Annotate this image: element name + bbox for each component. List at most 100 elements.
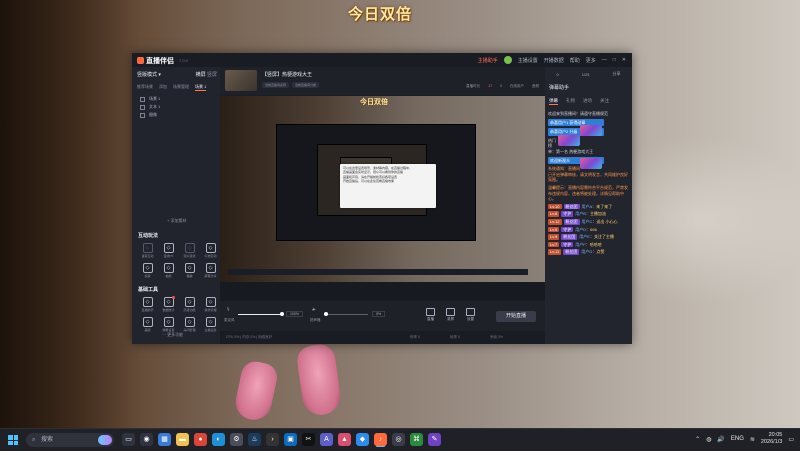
live-button[interactable]: 直播 bbox=[426, 308, 435, 322]
speaker-icon[interactable]: 🔈 bbox=[312, 307, 316, 311]
tool-button[interactable]: ◇ 投票 bbox=[138, 261, 157, 280]
mode-tab-portrait[interactable]: 竖屏 bbox=[207, 72, 217, 78]
tool-button[interactable]: ◇ 高级功能 bbox=[180, 295, 199, 314]
photo-icon[interactable]: ▲ bbox=[338, 433, 351, 446]
tab-scene-manage[interactable]: 场景管理 bbox=[173, 84, 189, 91]
volume-icon[interactable]: 🔊 bbox=[717, 436, 724, 443]
mic-percent[interactable]: 100% bbox=[286, 311, 303, 317]
minimize-icon[interactable]: — bbox=[602, 57, 607, 63]
room-name-tag[interactable]: 当前直播间名称 bbox=[262, 82, 290, 88]
username[interactable]: 用户A bbox=[582, 204, 593, 209]
live-companion-icon[interactable]: ♪ bbox=[374, 433, 387, 446]
tool-button[interactable]: ◇ 礼物互动 bbox=[201, 241, 220, 260]
note-icon[interactable]: ✎ bbox=[428, 433, 441, 446]
settings-icon[interactable]: ⚙ bbox=[230, 433, 243, 446]
chat-list[interactable]: 欢迎来到直播间！请遵守直播规范 恭喜用户1 获得勋章 恭喜用户2 升级 热门榜单：第一… bbox=[548, 111, 630, 257]
room-cover[interactable] bbox=[225, 70, 257, 91]
tool-button[interactable]: ◇ 美颜 bbox=[138, 315, 157, 334]
tool-button[interactable]: ◇ 连线PK bbox=[159, 241, 178, 260]
tool-button[interactable]: ◇ 数据统计 bbox=[159, 295, 178, 314]
chat-message[interactable]: 欢迎来到直播间！请遵守直播规范 bbox=[548, 111, 630, 117]
menu-data[interactable]: 开播数据 bbox=[544, 57, 564, 64]
username[interactable]: 用户B bbox=[575, 211, 586, 216]
list-item[interactable]: 场景 1 bbox=[140, 95, 160, 103]
username[interactable]: 用户D bbox=[575, 227, 586, 232]
browser-icon[interactable]: ◎ bbox=[392, 433, 405, 446]
ai-icon[interactable]: A bbox=[320, 433, 333, 446]
mic-icon[interactable]: 🎙 bbox=[226, 307, 230, 311]
maximize-icon[interactable]: □ bbox=[613, 57, 616, 63]
folder-icon[interactable]: ▬ bbox=[176, 433, 189, 446]
chat-message[interactable]: Lv.7 守护 用户F：哈哈哈 bbox=[548, 241, 630, 248]
mode-tab-landscape[interactable]: 横屏 bbox=[196, 72, 206, 78]
chat-app-icon[interactable]: ◆ bbox=[356, 433, 369, 446]
username[interactable]: 用户E bbox=[579, 234, 590, 239]
chat-message[interactable]: Lv.10 粉丝团 用户A：来了来了 bbox=[548, 203, 630, 210]
list-item[interactable]: 文本 1 bbox=[140, 103, 160, 111]
speaker-percent[interactable]: 0% bbox=[372, 311, 386, 317]
tool-button[interactable]: ◇ 福袋 bbox=[180, 261, 199, 280]
menu-settings[interactable]: 主播设置 bbox=[518, 57, 538, 64]
close-icon[interactable]: ✕ bbox=[622, 57, 626, 63]
room-category-tag[interactable]: 当前直播间分类 bbox=[292, 82, 320, 88]
chrome-icon[interactable]: ● bbox=[194, 433, 207, 446]
username[interactable]: 用户C bbox=[582, 219, 593, 224]
settings-button[interactable]: 设置 bbox=[466, 308, 475, 322]
chat-message[interactable]: 欢迎新观众 bbox=[548, 156, 604, 169]
search-input[interactable]: ⌕ 搜索 bbox=[26, 433, 114, 447]
windows-start-icon[interactable] bbox=[8, 435, 18, 445]
room-title[interactable]: 【竖屏】热梗游戏大王 bbox=[262, 71, 312, 78]
tool-button[interactable]: ◇ 屏幕分享 bbox=[201, 261, 220, 280]
chat-message[interactable]: Lv.11 粉丝团 用户G：点赞 bbox=[548, 249, 630, 255]
tab-enter[interactable]: 进场 bbox=[583, 98, 592, 105]
tool-button[interactable]: ◇ 主播任务 bbox=[201, 315, 220, 334]
chat-message[interactable]: Lv.5 守护 用户D：666 bbox=[548, 226, 630, 233]
username[interactable]: 用户G bbox=[581, 249, 592, 254]
menu-help[interactable]: 帮助 bbox=[570, 57, 580, 64]
tool-button[interactable]: ◇ 素材管理 bbox=[201, 295, 220, 314]
chat-message[interactable]: Lv.8 守护 用户B：主播加油 bbox=[548, 211, 630, 217]
chat-message[interactable]: 温馨提示：直播内容需符合平台规范，严禁发布违规内容，违者将被处理。详情见帮助中心… bbox=[548, 185, 630, 202]
widgets-icon[interactable]: ▦ bbox=[158, 433, 171, 446]
more-functions-button[interactable]: ··· 更多功能 bbox=[162, 332, 183, 338]
speaker-slider[interactable] bbox=[324, 312, 368, 316]
capcut-icon[interactable]: ✂ bbox=[302, 433, 315, 446]
terminal-icon[interactable]: › bbox=[266, 433, 279, 446]
tab-follow[interactable]: 关注 bbox=[600, 98, 609, 105]
record-button[interactable]: 录屏 bbox=[446, 308, 455, 322]
checkbox[interactable] bbox=[140, 112, 145, 118]
network-icon[interactable]: ◍ bbox=[706, 436, 711, 443]
tool-button[interactable]: ◇ 观众连线 bbox=[180, 241, 199, 260]
mode-dropdown[interactable]: 竖版模式 ▾ bbox=[137, 71, 161, 78]
tab-danmaku[interactable]: 弹幕 bbox=[549, 98, 558, 105]
edge-icon[interactable]: ◐ bbox=[212, 433, 225, 446]
avatar[interactable] bbox=[503, 56, 512, 64]
file-explorer-icon[interactable]: ▭ bbox=[122, 433, 135, 446]
notification-icon[interactable]: ▭ bbox=[788, 436, 794, 443]
username[interactable]: 用户F bbox=[575, 242, 585, 247]
add-source-button[interactable]: + 添加素材 bbox=[167, 218, 186, 224]
wifi-icon[interactable]: ≋ bbox=[750, 436, 755, 443]
tab-recommended[interactable]: 推荐场景 bbox=[137, 84, 153, 91]
chat-message[interactable]: 恭喜用户1 获得勋章 bbox=[548, 118, 604, 137]
tool-button[interactable]: ◇ 语音互动 bbox=[138, 241, 157, 260]
language-indicator[interactable]: ENG bbox=[731, 436, 744, 442]
tool-button[interactable]: ◇ 抽奖 bbox=[159, 261, 178, 280]
steam-icon[interactable]: ♨ bbox=[248, 433, 261, 446]
chat-message[interactable]: Lv.9 粉丝团 用户E：关注了主播 bbox=[548, 234, 630, 240]
clock[interactable]: 20:05 2026/1/3 bbox=[761, 432, 782, 446]
menu-more[interactable]: 更多 bbox=[586, 57, 596, 64]
mic-slider[interactable] bbox=[238, 312, 284, 316]
chevron-up-icon[interactable]: ⌃ bbox=[695, 436, 700, 443]
tab-add[interactable]: 添加 bbox=[159, 84, 167, 91]
chat-message[interactable]: 系统通知：直播间已开启弹幕审核，请文明发言，共同维护良好氛围。 bbox=[548, 166, 630, 183]
share-button[interactable]: 分享 bbox=[612, 71, 620, 77]
tab-scene-1[interactable]: 场景 1 bbox=[195, 84, 207, 91]
code-icon[interactable]: ⌘ bbox=[410, 433, 423, 446]
live-preview[interactable]: 今日双倍 可以在这里设置场景、素材等内容，在直播过程中， 直播画面会实时显示，观… bbox=[220, 96, 545, 301]
tab-gifts[interactable]: 礼物 bbox=[566, 98, 575, 105]
store-icon[interactable]: ▣ bbox=[284, 433, 297, 446]
checkbox[interactable] bbox=[140, 96, 145, 102]
assistant-status[interactable]: 主播助手 bbox=[478, 57, 498, 64]
list-item[interactable]: 摄像 bbox=[140, 111, 160, 119]
